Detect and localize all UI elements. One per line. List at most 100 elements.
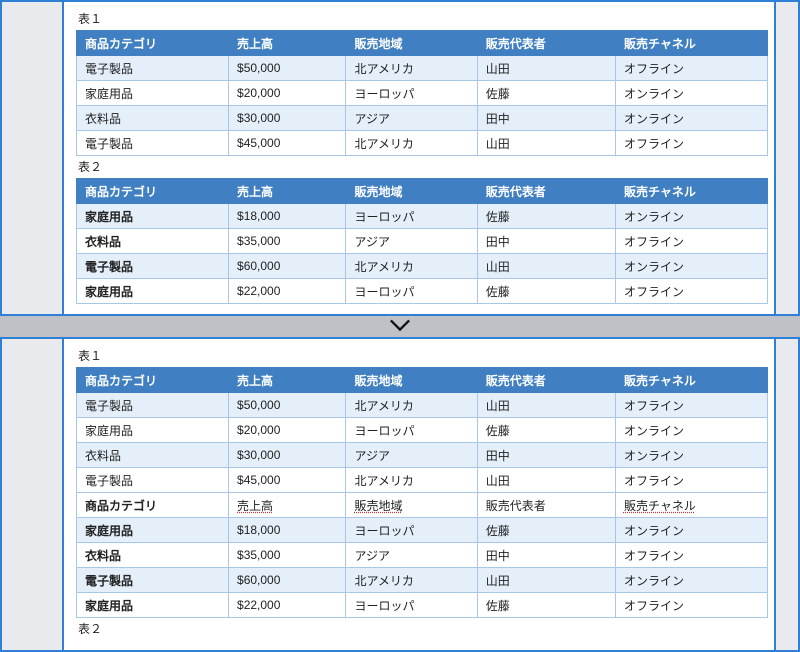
table-cell: オフライン xyxy=(615,593,767,618)
gutter-left xyxy=(2,2,64,314)
table-row: 衣料品$35,000アジア田中オフライン xyxy=(77,543,768,568)
table-cell: 電子製品 xyxy=(77,56,229,81)
table-cell: 電子製品 xyxy=(77,393,229,418)
table-cell: $35,000 xyxy=(229,229,346,254)
table-cell: オンライン xyxy=(615,568,767,593)
table-cell: 衣料品 xyxy=(77,443,229,468)
gutter-left xyxy=(2,339,64,650)
table-cell: 販売地域 xyxy=(346,493,477,518)
table-cell: オフライン xyxy=(615,229,767,254)
table-cell: 佐藤 xyxy=(477,593,615,618)
table-cell: 山田 xyxy=(477,131,615,156)
table-row: 家庭用品$20,000ヨーロッパ佐藤オンライン xyxy=(77,418,768,443)
table-cell: 田中 xyxy=(477,229,615,254)
table-cell: 田中 xyxy=(477,543,615,568)
table-cell: 山田 xyxy=(477,568,615,593)
table-cell: アジア xyxy=(346,106,477,131)
table-cell: オフライン xyxy=(615,56,767,81)
chevron-down-icon xyxy=(389,321,411,335)
table-cell: $18,000 xyxy=(229,204,346,229)
table-row: 家庭用品$18,000ヨーロッパ佐藤オンライン xyxy=(77,518,768,543)
table-cell: 家庭用品 xyxy=(77,593,229,618)
table-cell: オンライン xyxy=(615,81,767,106)
table-cell: 電子製品 xyxy=(77,468,229,493)
panel-before: 表１ 商品カテゴリ売上高販売地域販売代表者販売チャネル 電子製品$50,000北… xyxy=(0,0,800,316)
table-cell: $45,000 xyxy=(229,131,346,156)
table-cell: $30,000 xyxy=(229,106,346,131)
table-row: 家庭用品$22,000ヨーロッパ佐藤オフライン xyxy=(77,593,768,618)
table-cell: $45,000 xyxy=(229,468,346,493)
column-header: 売上高 xyxy=(229,31,346,56)
table-cell: ヨーロッパ xyxy=(346,518,477,543)
table-cell: オンライン xyxy=(615,443,767,468)
table-cell: 田中 xyxy=(477,443,615,468)
column-header: 販売地域 xyxy=(346,179,477,204)
merged-table-section-b: 家庭用品$18,000ヨーロッパ佐藤オンライン衣料品$35,000アジア田中オフ… xyxy=(77,518,768,618)
table-cell: $35,000 xyxy=(229,543,346,568)
column-header: 販売代表者 xyxy=(477,368,615,393)
table-cell: $50,000 xyxy=(229,393,346,418)
table-cell: オンライン xyxy=(615,418,767,443)
table-row: 家庭用品$22,000ヨーロッパ佐藤オフライン xyxy=(77,279,768,304)
table-cell: 衣料品 xyxy=(77,229,229,254)
table-cell: $18,000 xyxy=(229,518,346,543)
caption-table2: 表２ xyxy=(78,158,768,175)
table-cell: $60,000 xyxy=(229,568,346,593)
caption-table1: 表１ xyxy=(78,10,768,27)
table-cell: $50,000 xyxy=(229,56,346,81)
column-header: 販売チャネル xyxy=(615,368,767,393)
column-header: 売上高 xyxy=(229,368,346,393)
table-cell: 田中 xyxy=(477,106,615,131)
table-cell: 山田 xyxy=(477,56,615,81)
table-row: 電子製品$60,000北アメリカ山田オンライン xyxy=(77,254,768,279)
table-cell: 北アメリカ xyxy=(346,393,477,418)
table-cell: 佐藤 xyxy=(477,518,615,543)
table1-header: 商品カテゴリ売上高販売地域販売代表者販売チャネル xyxy=(77,31,768,56)
table-cell: 北アメリカ xyxy=(346,131,477,156)
table-cell: 販売チャネル xyxy=(615,493,767,518)
table-cell: 北アメリカ xyxy=(346,56,477,81)
table-row: 衣料品$30,000アジア田中オンライン xyxy=(77,443,768,468)
table-cell: アジア xyxy=(346,543,477,568)
table-row: 電子製品$50,000北アメリカ山田オフライン xyxy=(77,393,768,418)
table-row: 家庭用品$18,000ヨーロッパ佐藤オンライン xyxy=(77,204,768,229)
table-cell: 北アメリカ xyxy=(346,254,477,279)
table2: 商品カテゴリ売上高販売地域販売代表者販売チャネル 家庭用品$18,000ヨーロッ… xyxy=(76,178,768,304)
column-header: 販売代表者 xyxy=(477,31,615,56)
table-row: 電子製品$45,000北アメリカ山田オフライン xyxy=(77,131,768,156)
table-cell: 家庭用品 xyxy=(77,279,229,304)
table-cell: $22,000 xyxy=(229,279,346,304)
column-header: 販売代表者 xyxy=(477,179,615,204)
table-cell: 売上高 xyxy=(229,493,346,518)
table-row: 家庭用品$20,000ヨーロッパ佐藤オンライン xyxy=(77,81,768,106)
table-cell: オフライン xyxy=(615,543,767,568)
table-cell: オンライン xyxy=(615,254,767,279)
table-cell: 山田 xyxy=(477,254,615,279)
merged-table-header: 商品カテゴリ売上高販売地域販売代表者販売チャネル xyxy=(77,368,768,393)
table-cell: 佐藤 xyxy=(477,279,615,304)
table-cell: ヨーロッパ xyxy=(346,593,477,618)
merged-table-midheader: 商品カテゴリ売上高販売地域販売代表者販売チャネル xyxy=(77,493,768,518)
panel-after: 表１ 商品カテゴリ売上高販売地域販売代表者販売チャネル 電子製品$50,000北… xyxy=(0,337,800,652)
table-cell: 山田 xyxy=(477,468,615,493)
merged-mid-header-row: 商品カテゴリ売上高販売地域販売代表者販売チャネル xyxy=(77,493,768,518)
column-header: 商品カテゴリ xyxy=(77,31,229,56)
table-row: 電子製品$50,000北アメリカ山田オフライン xyxy=(77,56,768,81)
table-cell: 衣料品 xyxy=(77,106,229,131)
table-cell: 北アメリカ xyxy=(346,468,477,493)
table2-header: 商品カテゴリ売上高販売地域販売代表者販売チャネル xyxy=(77,179,768,204)
gutter-right xyxy=(774,2,798,314)
table-cell: 家庭用品 xyxy=(77,81,229,106)
table-cell: オンライン xyxy=(615,204,767,229)
table-cell: アジア xyxy=(346,443,477,468)
table-cell: オフライン xyxy=(615,393,767,418)
column-header: 販売地域 xyxy=(346,31,477,56)
table1: 商品カテゴリ売上高販売地域販売代表者販売チャネル 電子製品$50,000北アメリ… xyxy=(76,30,768,156)
column-header: 商品カテゴリ xyxy=(77,368,229,393)
column-header: 販売チャネル xyxy=(615,179,767,204)
table-row: 衣料品$30,000アジア田中オンライン xyxy=(77,106,768,131)
table-cell: 佐藤 xyxy=(477,204,615,229)
merged-table-section-a: 電子製品$50,000北アメリカ山田オフライン家庭用品$20,000ヨーロッパ佐… xyxy=(77,393,768,493)
table-cell: ヨーロッパ xyxy=(346,279,477,304)
table-cell: オフライン xyxy=(615,131,767,156)
